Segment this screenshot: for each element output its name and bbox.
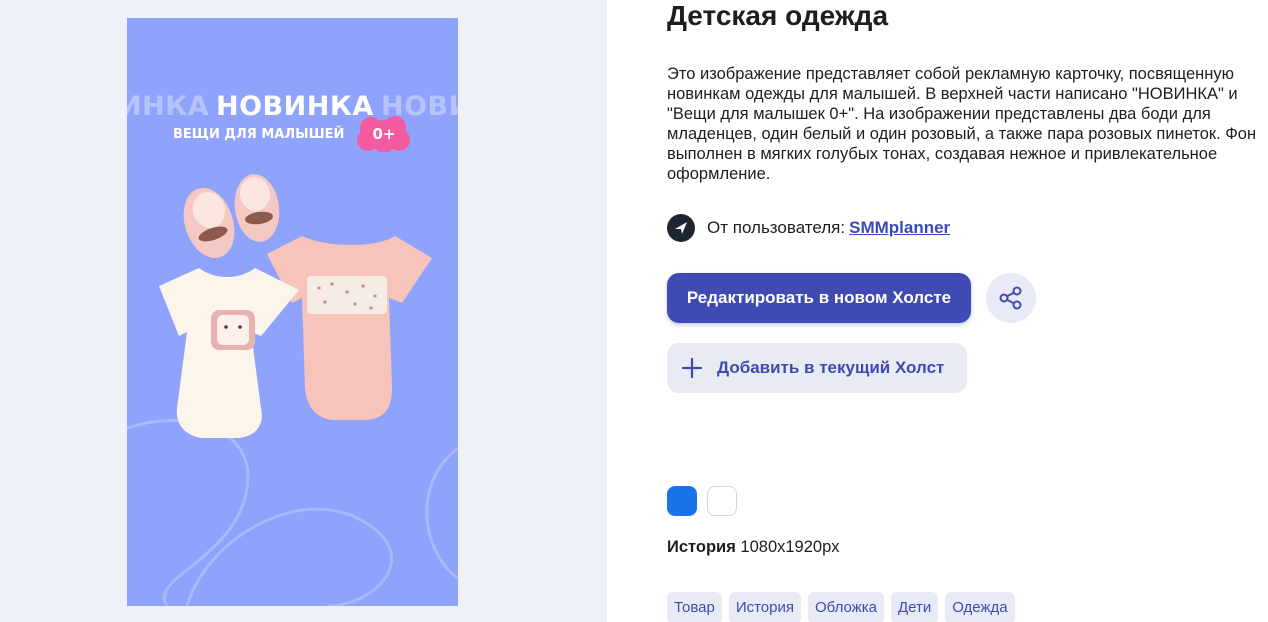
add-to-current-canvas-button[interactable]: Добавить в текущий Холст	[667, 343, 967, 393]
color-swatch-blue[interactable]	[667, 486, 697, 516]
age-badge: 0+	[355, 116, 413, 153]
preview-subline: ВЕЩИ ДЛЯ МАЛЫШЕЙ	[173, 127, 345, 142]
author-link[interactable]: SMMplanner	[849, 218, 950, 238]
details-panel: Детская одежда Это изображение представл…	[607, 0, 1268, 622]
plus-icon	[681, 357, 703, 379]
add-to-current-canvas-label: Добавить в текущий Холст	[717, 358, 945, 377]
color-swatch-white[interactable]	[707, 486, 737, 516]
author-label: От пользователя:	[707, 218, 846, 237]
baby-shoes	[183, 174, 280, 259]
template-title: Детская одежда	[667, 0, 889, 31]
template-preview-image[interactable]: ИНКА НОВИНКА НОВИ ВЕЩИ ДЛЯ МАЛЫШЕЙ 0+	[127, 18, 458, 606]
tag-chip[interactable]: Одежда	[945, 592, 1015, 622]
share-icon	[999, 286, 1022, 310]
template-description: Это изображение представляет собой рекла…	[667, 65, 1257, 183]
age-badge-label: 0+	[372, 125, 396, 143]
headline-main: НОВИНКА	[216, 91, 374, 122]
author-row: От пользователя: SMMplanner	[667, 214, 950, 242]
white-bodysuit	[159, 268, 299, 438]
format-size: 1080x1920px	[740, 538, 840, 556]
tag-chip[interactable]: История	[728, 592, 801, 622]
format-info: История 1080x1920px	[667, 538, 840, 557]
tag-chip[interactable]: Дети	[890, 592, 939, 622]
preview-panel: ИНКА НОВИНКА НОВИ ВЕЩИ ДЛЯ МАЛЫШЕЙ 0+	[0, 0, 607, 622]
edit-in-new-canvas-button[interactable]: Редактировать в новом Холсте	[667, 273, 971, 323]
tag-chip[interactable]: Товар	[667, 592, 722, 622]
headline-ghost-left: ИНКА	[127, 91, 210, 122]
tag-list: Товар История Обложка Дети Одежда	[667, 592, 1022, 622]
tag-chip[interactable]: Обложка	[808, 592, 884, 622]
pink-bodysuit	[267, 236, 432, 420]
send-arrow-icon	[667, 214, 695, 242]
format-name: История	[667, 538, 736, 556]
share-button[interactable]	[986, 273, 1036, 323]
